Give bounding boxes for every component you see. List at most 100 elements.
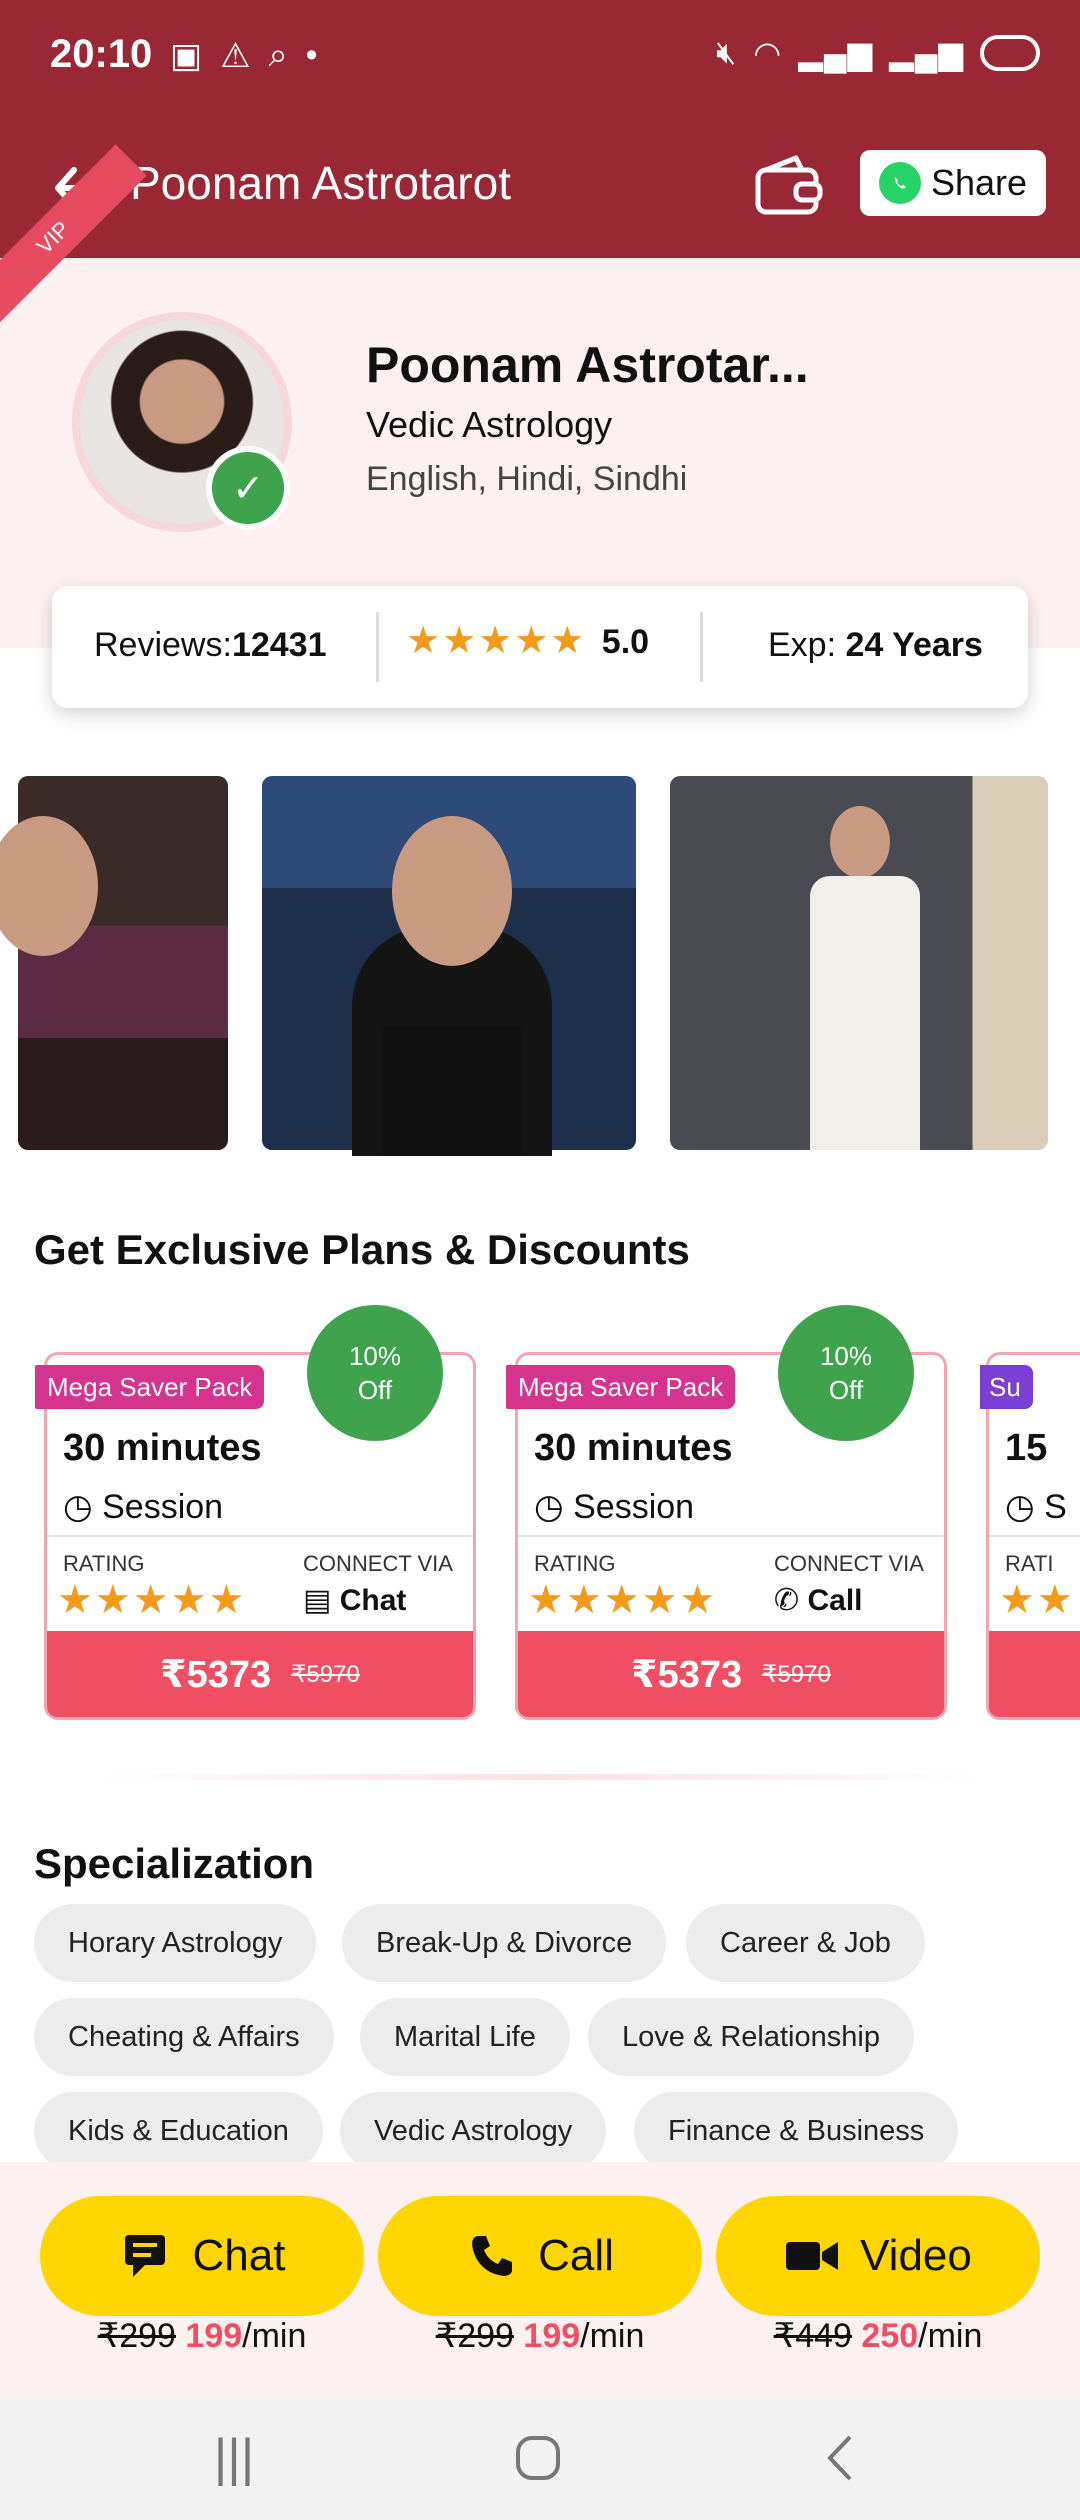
page-title: Poonam Astrotarot	[130, 157, 511, 209]
price-unit: /min	[242, 2317, 307, 2355]
chat-button[interactable]: Chat	[40, 2196, 364, 2316]
session-label: Session	[102, 1488, 224, 1526]
plan-card[interactable]: Su 15 ◷ S RATI ★★	[980, 1352, 1080, 1720]
rating-label: RATING	[63, 1551, 145, 1576]
status-left-icons: ▣ ⚠ ⌕ •	[170, 36, 318, 76]
status-bar: 20:10 ▣ ⚠ ⌕ • 🔇︎ ◠ ▂▄▆ ▂▄▆	[0, 0, 1080, 120]
connect-via: ✆ Call	[774, 1583, 863, 1618]
section-divider	[100, 1774, 980, 1780]
status-right-icons: 🔇︎ ◠ ▂▄▆ ▂▄▆	[716, 34, 1040, 72]
call-label: Call	[538, 2231, 614, 2280]
recent-apps-icon[interactable]: |||	[204, 2428, 264, 2488]
share-label: Share	[930, 162, 1028, 203]
specialization-chip[interactable]: Kids & Education	[34, 2092, 323, 2170]
price-old: ₹5970	[291, 1660, 360, 1688]
plan-price[interactable]	[989, 1631, 1080, 1717]
plan-stars-icon: ★★★★★	[528, 1578, 718, 1622]
astrologer-name: Poonam Astrotar...	[366, 337, 809, 393]
exp-label: Exp:	[768, 626, 837, 664]
video-button[interactable]: Video	[716, 2196, 1040, 2316]
session-label: S	[1044, 1488, 1067, 1526]
verified-badge-icon: ✓	[206, 446, 290, 530]
clock-icon: ◷	[534, 1488, 564, 1526]
plan-price[interactable]: ₹5373 ₹5970	[47, 1631, 473, 1717]
specialization-chip[interactable]: Cheating & Affairs	[34, 1998, 334, 2076]
price-new: ₹5373	[631, 1653, 743, 1696]
rating-stat: ★★★★★ 5.0	[406, 618, 649, 663]
mute-icon: 🔇︎	[716, 34, 738, 70]
specialization-chip[interactable]: Marital Life	[360, 1998, 570, 2076]
chat-icon: ▤	[303, 1584, 332, 1617]
photo-face	[0, 816, 98, 956]
specialization-chip[interactable]: Break-Up & Divorce	[342, 1904, 667, 1982]
rating-value: 5.0	[601, 623, 650, 661]
price-unit: /min	[918, 2317, 983, 2355]
clock-icon: ◷	[1005, 1488, 1035, 1526]
discount-percent: 10%	[348, 1341, 402, 1371]
chat-price: ₹299 199/min	[40, 2316, 364, 2356]
plan-duration: 30 minutes	[534, 1427, 733, 1469]
wallet-icon[interactable]	[752, 150, 824, 222]
video-price: ₹449 250/min	[716, 2316, 1040, 2356]
battery-icon	[980, 35, 1040, 71]
reviews-count: 12431	[231, 626, 327, 664]
price-old: ₹299	[97, 2317, 176, 2355]
gallery-photo[interactable]	[670, 776, 1048, 1150]
plan-card[interactable]: Mega Saver Pack 10% Off 30 minutes ◷ Sess…	[35, 1305, 476, 1720]
rating-label: RATING	[534, 1551, 616, 1576]
divider	[518, 1535, 944, 1537]
discount-badge: 10% Off	[778, 1305, 914, 1441]
wifi-icon: ◠	[753, 35, 783, 71]
exp-value: 24 Years	[845, 626, 983, 664]
specialization-title: Specialization	[34, 1840, 315, 1887]
divider	[376, 612, 379, 682]
plan-badge: Su	[980, 1365, 1033, 1409]
plan-session: ◷ S	[1005, 1487, 1067, 1527]
app-bar: Poonam Astrotarot Share	[0, 120, 1080, 258]
connect-via: ▤ Chat	[303, 1583, 406, 1618]
divider	[700, 612, 703, 682]
back-icon[interactable]	[810, 2428, 870, 2488]
plan-session: ◷ Session	[534, 1487, 694, 1527]
plan-card[interactable]: Mega Saver Pack 10% Off 30 minutes ◷ Sess…	[506, 1305, 947, 1720]
discount-off: Off	[357, 1375, 393, 1405]
plans-title: Get Exclusive Plans & Discounts	[34, 1226, 690, 1273]
rating-stars-icon: ★★★★★	[406, 620, 587, 662]
share-button[interactable]: Share	[860, 150, 1046, 216]
discount-percent: 10%	[819, 1341, 873, 1371]
status-time: 20:10	[50, 32, 153, 76]
plan-session: ◷ Session	[63, 1487, 223, 1527]
call-button[interactable]: Call	[378, 2196, 702, 2316]
reviews-label: Reviews:	[94, 626, 232, 664]
plan-badge: Mega Saver Pack	[506, 1365, 736, 1409]
home-icon[interactable]	[508, 2428, 568, 2488]
plan-card-partial-clip: Su 15 ◷ S RATI ★★	[980, 1352, 1080, 1722]
specialization-chip[interactable]: Horary Astrology	[34, 1904, 317, 1982]
warning-icon: ⚠	[220, 37, 251, 75]
divider	[989, 1535, 1080, 1537]
plan-price[interactable]: ₹5373 ₹5970	[518, 1631, 944, 1717]
price-new: 199	[185, 2317, 243, 2355]
connect-via-label: Chat	[339, 1584, 407, 1617]
plan-duration: 30 minutes	[63, 1427, 262, 1469]
specialization-chip[interactable]: Love & Relationship	[588, 1998, 914, 2076]
call-price: ₹299 199/min	[378, 2316, 702, 2356]
photo-top	[382, 1026, 522, 1156]
reviews-stat[interactable]: Reviews:12431	[94, 626, 326, 665]
chat-label: Chat	[192, 2231, 286, 2280]
connect-label: CONNECT VIA	[303, 1551, 453, 1576]
specialization-chip[interactable]: Vedic Astrology	[340, 2092, 607, 2170]
specialization-chip[interactable]: Finance & Business	[634, 2092, 959, 2170]
gallery-photo[interactable]	[262, 776, 636, 1156]
discount-off: Off	[828, 1375, 864, 1405]
rating-label: RATI	[1005, 1551, 1054, 1576]
plan-badge: Mega Saver Pack	[35, 1365, 265, 1409]
search-sparkle-icon: ⌕	[268, 36, 288, 74]
video-camera-icon	[786, 2242, 839, 2270]
photo-gallery[interactable]	[0, 776, 1080, 1156]
price-old: ₹5970	[762, 1660, 831, 1688]
specialization-chip[interactable]: Career & Job	[686, 1904, 925, 1982]
gallery-photo[interactable]	[0, 776, 228, 1150]
photo-face	[830, 806, 890, 878]
connect-via-label: Call	[807, 1584, 863, 1617]
